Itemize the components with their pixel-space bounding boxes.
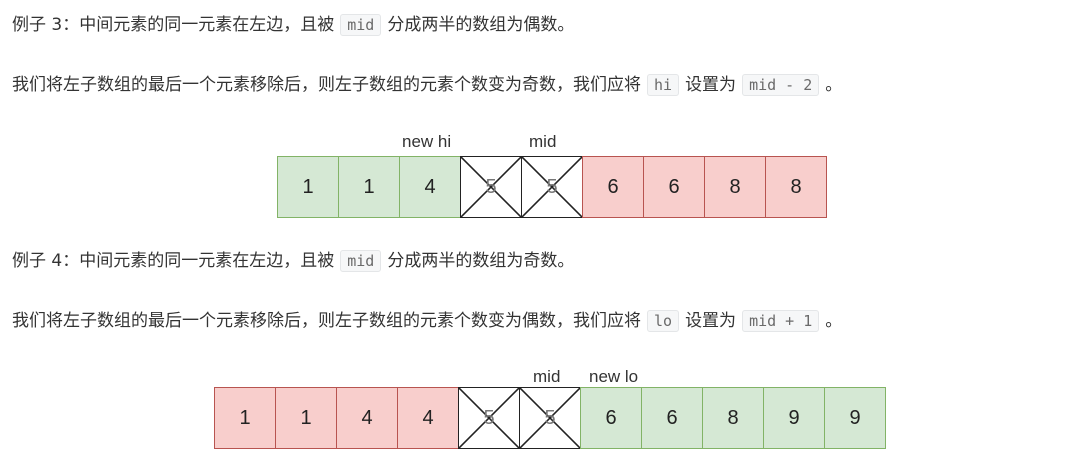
example4-array: 1 1 4 4 5 5 6 6 8 9 9	[214, 387, 886, 449]
example3-cell-value: 8	[729, 175, 741, 198]
example4-cell-value: 1	[239, 406, 251, 429]
example4-cell: 1	[214, 387, 276, 449]
example3-explanation-text: 我们将左子数组的最后一个元素移除后，则左子数组的元素个数变为奇数，我们应将	[12, 75, 641, 95]
example3-set-to: 设置为	[685, 75, 737, 95]
example3-cell-value: 6	[607, 175, 619, 198]
example4-intro-tail: 分成两半的数组为奇数。	[387, 251, 575, 271]
mid-label-ex4: mid	[533, 367, 561, 386]
example4-cell: 4	[336, 387, 398, 449]
example4-cell: 8	[702, 387, 764, 449]
example3-cell: 5	[521, 156, 583, 218]
example4-cell-value: 5	[483, 406, 495, 429]
example3-cell-value: 8	[790, 175, 802, 198]
example4-cell: 6	[641, 387, 703, 449]
example3-intro-text: 例子 3：中间元素的同一元素在左边，且被	[12, 15, 335, 35]
example3-cell: 6	[582, 156, 644, 218]
example4-cell: 5	[519, 387, 581, 449]
example4-set-to: 设置为	[685, 311, 737, 331]
example3-cell: 5	[460, 156, 522, 218]
example4-intro-text: 例子 4：中间元素的同一元素在左边，且被	[12, 251, 335, 271]
example4-cell-value: 5	[544, 406, 556, 429]
example3-explanation: 我们将左子数组的最后一个元素移除后，则左子数组的元素个数变为奇数，我们应将 hi 设…	[12, 73, 842, 97]
mid-code: mid	[340, 14, 382, 36]
example3-cell: 8	[704, 156, 766, 218]
example4-cell: 9	[763, 387, 825, 449]
example3-cell-value: 1	[302, 175, 314, 198]
example4-cell-value: 9	[788, 406, 800, 429]
example4-cell-value: 9	[849, 406, 861, 429]
example3-cell-value: 6	[668, 175, 680, 198]
example3-cell: 8	[765, 156, 827, 218]
example4-cell-value: 1	[300, 406, 312, 429]
example4-cell-value: 8	[727, 406, 739, 429]
example4-period: 。	[825, 311, 843, 331]
new-lo-label: new lo	[589, 367, 639, 386]
example4-cell: 9	[824, 387, 886, 449]
mid-code: mid	[340, 250, 382, 272]
example3-cell-value: 5	[546, 175, 558, 198]
example4-cell: 5	[458, 387, 520, 449]
example4-cell: 1	[275, 387, 337, 449]
example3-cell-value: 5	[485, 175, 497, 198]
example3-intro: 例子 3：中间元素的同一元素在左边，且被 mid 分成两半的数组为偶数。	[12, 13, 574, 37]
example3-cell-value: 1	[363, 175, 375, 198]
example4-intro: 例子 4：中间元素的同一元素在左边，且被 mid 分成两半的数组为奇数。	[12, 249, 574, 273]
mid-plus-1-code: mid + 1	[742, 310, 820, 332]
mid-label-ex3: mid	[529, 132, 557, 151]
example4-cell-value: 6	[605, 406, 617, 429]
example3-cell: 1	[277, 156, 339, 218]
example3-cell: 4	[399, 156, 461, 218]
example4-cell-value: 6	[666, 406, 678, 429]
example4-cell: 6	[580, 387, 642, 449]
example4-cell-value: 4	[361, 406, 373, 429]
example3-cell: 6	[643, 156, 705, 218]
example4-explanation-text: 我们将左子数组的最后一个元素移除后，则左子数组的元素个数变为偶数，我们应将	[12, 311, 641, 331]
example3-cell-value: 4	[424, 175, 436, 198]
example3-intro-tail: 分成两半的数组为偶数。	[387, 15, 575, 35]
new-hi-label: new hi	[402, 132, 452, 151]
example3-array: 1 1 4 5 5 6 6 8 8	[277, 156, 827, 218]
mid-minus-2-code: mid - 2	[742, 74, 820, 96]
example4-cell: 4	[397, 387, 459, 449]
example3-cell: 1	[338, 156, 400, 218]
example4-cell-value: 4	[422, 406, 434, 429]
lo-code: lo	[647, 310, 680, 332]
example3-period: 。	[825, 75, 843, 95]
hi-code: hi	[647, 74, 680, 96]
example4-explanation: 我们将左子数组的最后一个元素移除后，则左子数组的元素个数变为偶数，我们应将 lo 设…	[12, 309, 842, 333]
